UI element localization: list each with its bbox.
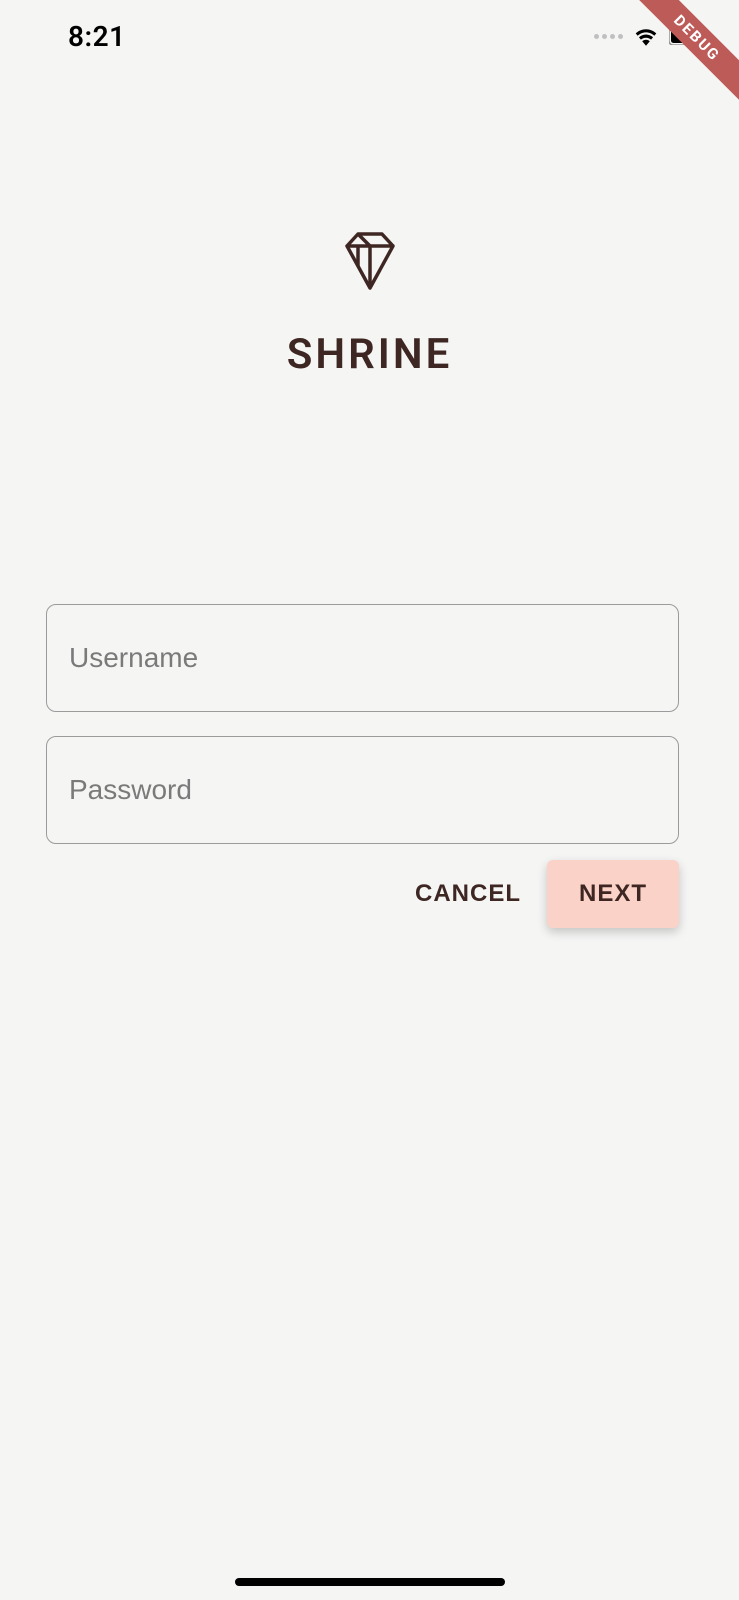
cancel-button[interactable]: CANCEL [407,862,529,926]
status-time: 8:21 [68,20,126,53]
username-input[interactable] [46,604,679,712]
next-button[interactable]: NEXT [547,860,679,928]
password-input[interactable] [46,736,679,844]
diamond-icon [339,230,401,292]
status-bar: 8:21 [0,0,739,72]
logo-section: SHRINE [0,230,739,379]
home-indicator [235,1578,505,1586]
brand-title: SHRINE [287,330,453,379]
button-row: CANCEL NEXT [46,860,679,928]
wifi-icon [633,26,659,46]
cellular-signal-icon [594,34,623,39]
login-form: CANCEL NEXT [46,604,679,928]
